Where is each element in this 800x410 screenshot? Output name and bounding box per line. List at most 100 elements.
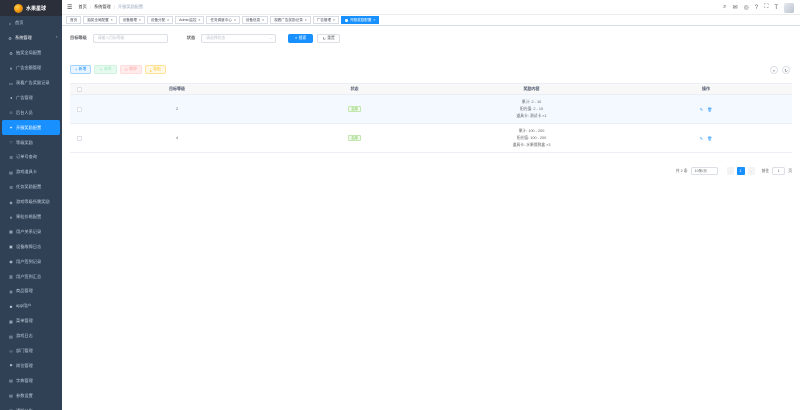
tag-0[interactable]: 首页: [66, 16, 82, 24]
sidebar-item-device-log[interactable]: ▣ 设备故障日志: [0, 239, 62, 254]
search-button[interactable]: ⌕ 搜索: [288, 33, 314, 43]
close-icon[interactable]: ×: [111, 18, 113, 22]
sidebar-item-level[interactable]: ♡ 等级奖励: [0, 135, 62, 150]
delete-icon[interactable]: 🗑: [707, 107, 712, 112]
sidebar-item-money[interactable]: ¥ 广告金额管理: [0, 61, 62, 76]
sidebar-item-home[interactable]: ⌂ 首页: [0, 16, 62, 31]
param-icon: ▤: [9, 393, 13, 399]
tag-2[interactable]: 设备管理 ×: [118, 16, 145, 24]
close-icon[interactable]: ×: [139, 18, 141, 22]
sidebar-item-level-reward[interactable]: ◈ 游戏等级所需奖励: [0, 195, 62, 210]
table-row[interactable]: 4 启用 果汁: 100 - 200 阳光值: 100 - 200 道具卡: 水果保鲜盒…: [70, 124, 792, 153]
level-input[interactable]: 请输入目标等级: [92, 33, 168, 43]
breadcrumb-system[interactable]: 系统管理: [94, 4, 111, 10]
sidebar-item-task[interactable]: ☰ 任务奖励配置: [0, 180, 62, 195]
close-icon[interactable]: ×: [262, 18, 264, 22]
reward-line: 果汁: 2 - 10: [521, 99, 542, 104]
avatar[interactable]: [784, 2, 794, 13]
sidebar-item-menu[interactable]: ▦ 菜单管理: [0, 314, 62, 329]
search-icon[interactable]: ⌕: [723, 4, 726, 11]
sidebar-item-app-user[interactable]: ☻ app用户: [0, 299, 62, 314]
fullscreen-icon[interactable]: ⛶: [764, 4, 768, 11]
sidebar-item-label: 广告金额管理: [16, 65, 42, 71]
sidebar-item-price[interactable]: ¥ 果粒价格配置: [0, 210, 62, 225]
page-number[interactable]: 1: [736, 167, 745, 175]
page-unit: 页: [788, 168, 792, 173]
price-icon: ¥: [9, 214, 13, 220]
page-size-select[interactable]: 10条/页: [690, 167, 718, 175]
breadcrumb-home[interactable]: 首页: [78, 4, 86, 10]
github-icon[interactable]: ◎: [744, 4, 749, 11]
prev-page-button[interactable]: ‹: [726, 167, 734, 175]
select-all-checkbox[interactable]: [76, 86, 82, 92]
sidebar-item-relation[interactable]: ▦ 用户关系记录: [0, 224, 62, 239]
tag-7[interactable]: 观看广告奖励记录 ×: [270, 16, 311, 24]
reset-button[interactable]: ↻ 重置: [317, 33, 341, 43]
row-checkbox[interactable]: [76, 106, 82, 112]
sidebar-item-label: 菜单管理: [16, 318, 33, 324]
level-icon: ♡: [9, 140, 13, 146]
sidebar-item-game-log[interactable]: ▤ 游戏日志: [0, 329, 62, 344]
tag-8[interactable]: 广告管理 ×: [312, 16, 339, 24]
close-icon[interactable]: ×: [167, 18, 169, 22]
edit-button[interactable]: ✎ 修改: [94, 65, 117, 74]
tag-5[interactable]: 任务调度中心 ×: [206, 16, 240, 24]
dept-icon: ⚇: [9, 348, 13, 354]
table-row[interactable]: 2 启用 果汁: 2 - 10 阳光值: 2 - 10 道具卡: 测试卡 ×1 ✎ 🗑: [70, 95, 792, 124]
toggle-search-button[interactable]: ⌕: [770, 66, 778, 74]
sidebar-item-post[interactable]: ⚑ 岗位管理: [0, 358, 62, 373]
docs-icon[interactable]: ?: [755, 5, 758, 11]
refresh-button[interactable]: ↻: [782, 66, 790, 74]
sidebar-item-card[interactable]: ▤ 游戏道具卡: [0, 165, 62, 180]
sidebar-item-setting[interactable]: ⚙ 抽奖全局配置: [0, 46, 62, 61]
sidebar-item-notice[interactable]: ✉通知公告: [0, 403, 62, 410]
sidebar-item-dict[interactable]: ▤ 字典管理: [0, 373, 62, 388]
tag-label: Admin监控: [179, 17, 197, 22]
sidebar-item-summary[interactable]: ▥ 用户签到汇总: [0, 269, 62, 284]
sidebar-item-label: 用户关系记录: [16, 228, 42, 234]
sidebar-item-gift[interactable]: ✦ 开服奖励配置: [2, 120, 60, 136]
close-icon[interactable]: ×: [234, 18, 236, 22]
sidebar-item-goods[interactable]: ◍ 商品管理: [0, 284, 62, 299]
row-checkbox[interactable]: [76, 135, 82, 141]
cell-level: 2: [175, 107, 179, 111]
add-button[interactable]: + 新增: [70, 65, 92, 74]
action-toolbar: + 新增 ✎ 修改 ⊡ 删除 ⤓ 导出: [70, 65, 166, 74]
summary-icon: ▥: [9, 274, 13, 280]
edit-icon[interactable]: ✎: [700, 136, 703, 141]
close-icon[interactable]: ×: [199, 18, 201, 22]
sidebar-item-label: 广告管理: [16, 94, 33, 100]
sidebar-item-user[interactable]: ☺ 后台人员: [0, 105, 62, 120]
sidebar-item-order[interactable]: ☰ 订单号查询: [0, 150, 62, 165]
logo[interactable]: 水果星球: [0, 0, 62, 16]
close-icon[interactable]: ×: [333, 18, 335, 22]
sidebar-item-label: 游戏等级所需奖励: [16, 199, 50, 205]
edit-icon[interactable]: ✎: [700, 107, 703, 112]
tag-6[interactable]: 设备信息 ×: [241, 16, 269, 24]
pagination: 共 2 条 10条/页 ‹ 1 › 前往 1 页: [676, 167, 792, 175]
close-icon[interactable]: ×: [374, 18, 376, 22]
close-icon[interactable]: ×: [305, 18, 307, 22]
card-icon: ▤: [9, 169, 13, 175]
status-select[interactable]: 请选择状态 ⌄: [201, 33, 277, 43]
sidebar-item-video[interactable]: ▭ 观看广告奖励记录: [0, 76, 62, 91]
delete-icon[interactable]: 🗑: [707, 136, 712, 141]
hamburger-icon[interactable]: ☰: [67, 4, 72, 11]
sidebar-item-dept[interactable]: ⚇ 部门管理: [0, 344, 62, 359]
tag-9[interactable]: 开服奖励配置 ×: [340, 16, 380, 24]
tag-3[interactable]: 设备分配 ×: [146, 16, 174, 24]
export-button[interactable]: ⤓ 导出: [144, 65, 166, 74]
next-page-button[interactable]: ›: [747, 167, 755, 175]
reward-line: 果汁: 100 - 200: [518, 128, 545, 133]
message-icon[interactable]: ✉: [733, 4, 738, 11]
sidebar-item-gear[interactable]: ⚙ 系统管理 ⌃: [0, 31, 62, 46]
tag-1[interactable]: 抽奖全局配置 ×: [83, 16, 117, 24]
tag-4[interactable]: Admin监控 ×: [175, 16, 205, 24]
sidebar-item-param[interactable]: ▤ 参数设置: [0, 388, 62, 403]
sidebar-item-label: 首页: [15, 20, 24, 26]
font-size-icon[interactable]: T: [774, 5, 778, 11]
sidebar-item-signin[interactable]: ◉ 用户签到记录: [0, 254, 62, 269]
sidebar-item-megaphone[interactable]: ◂ 广告管理: [0, 90, 62, 105]
goto-page-input[interactable]: 1: [772, 167, 786, 175]
delete-button[interactable]: ⊡ 删除: [119, 65, 142, 74]
